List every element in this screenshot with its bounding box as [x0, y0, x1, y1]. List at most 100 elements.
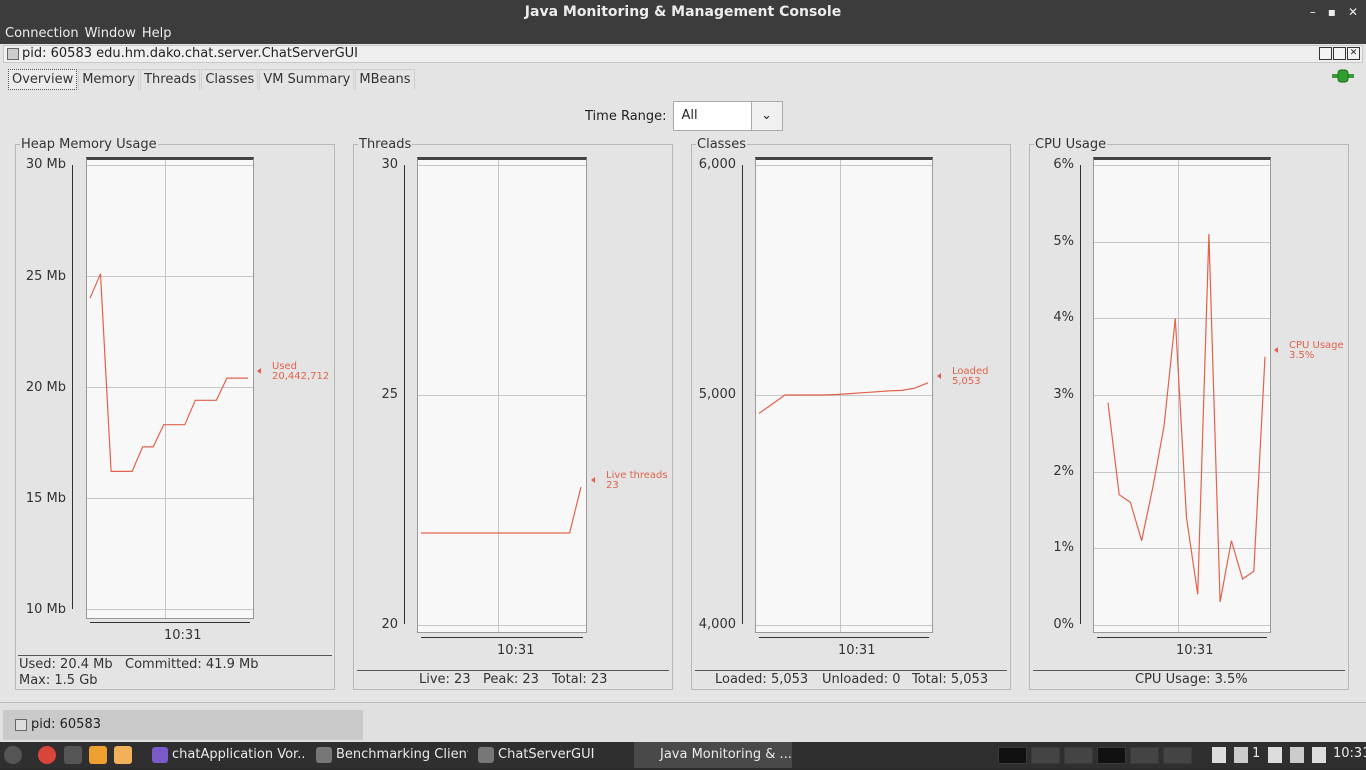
y-tick: 4% [1053, 310, 1074, 325]
y-tick: 0% [1053, 617, 1074, 632]
taskbar: chatApplication Vor... Benchmarking Clie… [0, 742, 1366, 768]
workspace-4[interactable] [1097, 747, 1126, 764]
y-tick: 15 Mb [25, 491, 66, 506]
window-title: Java Monitoring & Management Console [524, 4, 842, 20]
taskbar-item[interactable]: chatApplication Vor... [146, 742, 304, 768]
annot-value: 23 [606, 480, 619, 491]
close-frame-icon[interactable]: ✕ [1347, 47, 1360, 60]
time-range-label: Time Range: [585, 108, 667, 124]
y-tick: 1% [1053, 540, 1074, 555]
java-app-icon [478, 747, 494, 763]
series-line [1107, 233, 1266, 603]
tab-overview[interactable]: Overview [8, 69, 78, 90]
taskbar-item-label: Java Monitoring & ... [660, 747, 792, 762]
pointer-icon [591, 477, 595, 483]
panel-title: Heap Memory Usage [20, 137, 158, 152]
plot-area [86, 157, 254, 619]
y-tick: 10 Mb [25, 602, 66, 617]
java-app-icon [316, 747, 332, 763]
maximize-icon[interactable]: ▪ [1328, 0, 1336, 24]
workspace-1[interactable] [998, 747, 1027, 764]
tab-classes[interactable]: Classes [201, 69, 259, 90]
panel-heap: Heap Memory Usage 30 Mb 25 Mb 20 Mb 15 M… [15, 137, 335, 690]
taskbar-item[interactable]: Java Monitoring & ... [634, 742, 792, 768]
tab-threads[interactable]: Threads [140, 69, 201, 90]
classes-loaded-line [758, 382, 929, 414]
heap-annotation: Used 20,442,712 [257, 362, 330, 382]
summary-total: Total: 5,053 [912, 672, 989, 687]
panel-threads: Threads 30 25 20 10:31 Live threads 23 L… [353, 137, 673, 690]
wifi-icon[interactable] [1268, 747, 1282, 763]
summary-cpu: CPU Usage: 3.5% [1135, 672, 1248, 687]
y-tick: 20 Mb [25, 380, 66, 395]
separator [18, 655, 332, 656]
annot-value: 20,442,712 [272, 371, 330, 382]
time-range-select[interactable]: All ⌄ [672, 101, 783, 131]
battery-icon[interactable] [1312, 747, 1326, 763]
pointer-icon [257, 368, 261, 374]
y-tick: 30 Mb [25, 157, 66, 172]
dropbox-icon[interactable] [1212, 747, 1226, 763]
summary-used: Used: 20.4 Mb [19, 657, 113, 672]
menu-bar: Connection Window Help [0, 24, 1366, 44]
close-icon[interactable]: ✕ [1348, 0, 1358, 24]
workspace-6[interactable] [1163, 747, 1192, 764]
summary-loaded: Loaded: 5,053 [715, 672, 809, 687]
x-tick: 10:31 [497, 643, 535, 658]
start-menu-icon[interactable] [4, 746, 22, 764]
notification-icon[interactable] [1234, 747, 1248, 763]
menu-window[interactable]: Window [85, 24, 136, 44]
tab-memory[interactable]: Memory [78, 69, 140, 90]
annot-value: 5,053 [952, 376, 981, 387]
heap-used-line [89, 273, 248, 472]
menu-help[interactable]: Help [142, 24, 172, 44]
minimize-icon[interactable]: – [1310, 0, 1316, 24]
series-line [758, 382, 929, 414]
java-icon [7, 48, 19, 60]
workspace-2[interactable] [1031, 747, 1060, 764]
y-tick: 20 [381, 617, 398, 632]
intellij-icon [152, 747, 168, 763]
maximize-frame-icon[interactable] [1333, 47, 1346, 60]
workspace-5[interactable] [1130, 747, 1159, 764]
y-tick: 4,000 [698, 617, 736, 632]
tab-vm-summary[interactable]: VM Summary [259, 69, 355, 90]
y-tick: 2% [1053, 464, 1074, 479]
menu-connection[interactable]: Connection [5, 24, 79, 44]
clock: 10:31 [1333, 746, 1366, 761]
volume-icon[interactable] [1290, 747, 1304, 763]
tab-mbeans[interactable]: MBeans [355, 69, 415, 90]
taskbar-item[interactable]: ChatServerGUI [472, 742, 630, 768]
summary-max: Max: 1.5 Gb [19, 673, 98, 688]
x-axis [90, 622, 250, 623]
connection-status-icon [1332, 69, 1354, 83]
workspace-3[interactable] [1064, 747, 1093, 764]
y-tick: 6% [1053, 157, 1074, 172]
summary-unloaded: Unloaded: 0 [822, 672, 901, 687]
terminal-icon[interactable] [64, 746, 82, 764]
summary-peak: Peak: 23 [483, 672, 539, 687]
y-tick: 3% [1053, 387, 1074, 402]
mail-icon[interactable] [114, 746, 132, 764]
plot-area [755, 157, 933, 633]
y-tick: 25 [381, 387, 398, 402]
separator [357, 670, 669, 671]
minimized-frame[interactable]: pid: 60583 edu.hm.dako.chat.server.ChatS… [3, 710, 363, 762]
series-line [421, 486, 582, 534]
taskbar-item-label: chatApplication Vor... [172, 747, 304, 762]
chrome-icon[interactable] [38, 746, 56, 764]
x-axis [421, 637, 583, 638]
y-tick: 5% [1053, 234, 1074, 249]
pointer-icon [937, 373, 941, 379]
iconify-icon[interactable] [1319, 47, 1332, 60]
y-axis [404, 165, 405, 624]
files-icon[interactable] [89, 746, 107, 764]
panel-title: CPU Usage [1034, 137, 1108, 152]
summary-committed: Committed: 41.9 Mb [125, 657, 259, 672]
chevron-down-icon[interactable]: ⌄ [750, 102, 782, 130]
main-app: pid: 60583 edu.hm.dako.chat.server.ChatS… [0, 44, 1366, 742]
time-range-value: All [681, 108, 698, 123]
y-axis [1080, 165, 1081, 624]
taskbar-item[interactable]: Benchmarking Client [310, 742, 468, 768]
x-tick: 10:31 [1176, 643, 1214, 658]
